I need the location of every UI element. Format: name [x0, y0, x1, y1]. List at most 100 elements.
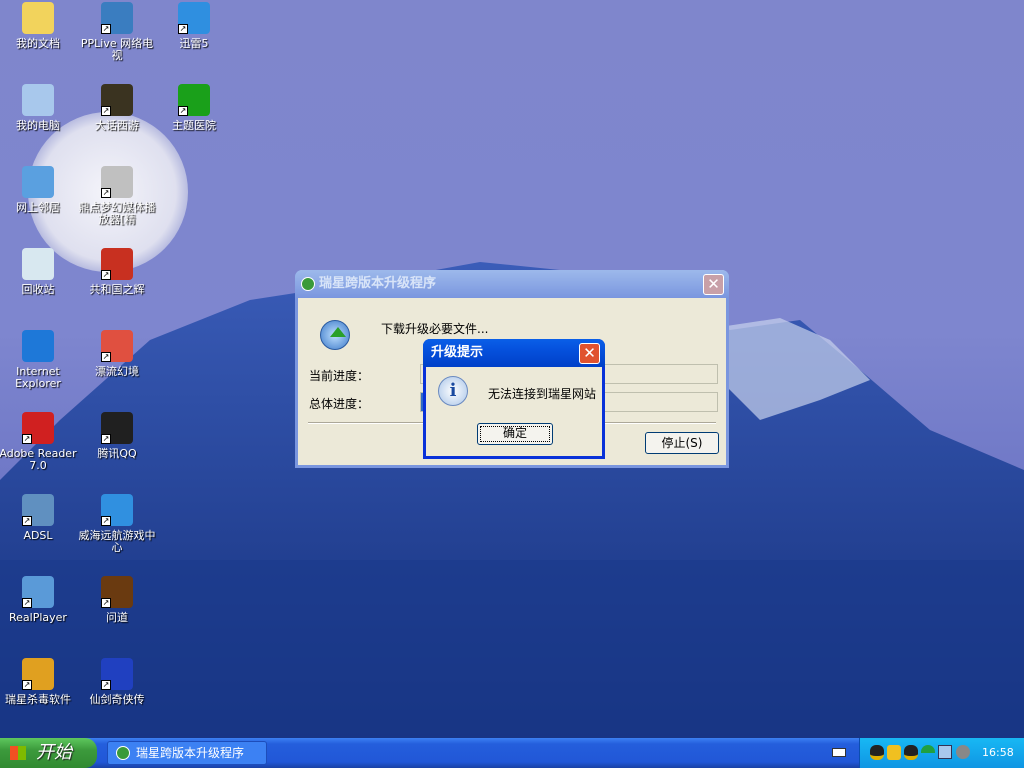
desktop-icon[interactable]: ↗ 迅雷5: [154, 2, 234, 50]
desktop-icon[interactable]: Internet Explorer: [0, 330, 78, 390]
volume-tray-icon[interactable]: [956, 745, 970, 759]
desktop-icon-label: 仙剑奇侠传: [89, 693, 145, 706]
shortcut-arrow-icon: ↗: [101, 24, 111, 34]
desktop-icon[interactable]: 回收站: [0, 248, 78, 296]
desktop-icon[interactable]: ↗ 鼎点梦幻媒体播放器[精: [77, 166, 157, 226]
game-icon: ↗: [101, 330, 133, 362]
desktop-icon-label: 漂流幻境: [95, 365, 139, 378]
desktop-icon[interactable]: ↗ 共和国之辉: [77, 248, 157, 296]
realplayer-icon: ↗: [22, 576, 54, 608]
adsl-icon: ↗: [22, 494, 54, 526]
taskbar-item-label: 瑞星跨版本升级程序: [136, 746, 245, 760]
status-text: 下载升级必要文件...: [381, 322, 489, 336]
shortcut-arrow-icon: ↗: [22, 680, 32, 690]
adobe-reader-icon: ↗: [22, 412, 54, 444]
alert-close-button[interactable]: ✕: [579, 343, 600, 364]
desktop-icon[interactable]: ↗ 瑞星杀毒软件: [0, 658, 78, 706]
shortcut-arrow-icon: ↗: [101, 270, 111, 280]
globe-upgrade-icon: [320, 320, 350, 350]
shortcut-arrow-icon: ↗: [178, 24, 188, 34]
taskbar-item-upgrade[interactable]: 瑞星跨版本升级程序: [107, 741, 267, 765]
dolphin-icon: ↗: [101, 494, 133, 526]
rising-antivirus-icon: ↗: [22, 658, 54, 690]
desktop-icon-label: 瑞星杀毒软件: [5, 693, 71, 706]
mail-tray-icon[interactable]: [887, 745, 901, 760]
theme-hospital-icon: ↗: [178, 84, 210, 116]
shortcut-arrow-icon: ↗: [22, 516, 32, 526]
network-tray-icon[interactable]: [938, 745, 952, 759]
desktop-icon-label: 腾讯QQ: [97, 447, 137, 460]
desktop-icon-label: 回收站: [21, 283, 55, 296]
desktop-icon[interactable]: 我的文档: [0, 2, 78, 50]
stop-button[interactable]: 停止(S): [645, 432, 719, 454]
desktop-icon-label: 问道: [106, 611, 128, 624]
dahuaxiyou-icon: ↗: [101, 84, 133, 116]
current-progress-label: 当前进度：: [309, 369, 370, 383]
recycle-bin-icon: [22, 248, 54, 280]
alert-titlebar[interactable]: 升级提示 ✕: [423, 339, 605, 367]
umbrella-tray-icon[interactable]: [921, 745, 935, 753]
desktop-icon[interactable]: ↗ 腾讯QQ: [77, 412, 157, 460]
start-button[interactable]: 开始: [0, 738, 97, 768]
desktop-icon-label: 我的文档: [16, 37, 60, 50]
qq-tray-icon[interactable]: [904, 745, 918, 760]
desktop-icon[interactable]: ↗ Adobe Reader 7.0: [0, 412, 78, 472]
desktop-icon-label: 共和国之辉: [89, 283, 145, 296]
desktop-icon-label: PPLive 网络电视: [80, 37, 154, 62]
desktop-icon-label: ADSL: [23, 529, 53, 542]
desktop-icon[interactable]: ↗ 仙剑奇侠传: [77, 658, 157, 706]
shortcut-arrow-icon: ↗: [101, 352, 111, 362]
desktop-icon[interactable]: ↗ 漂流幻境: [77, 330, 157, 378]
info-icon: i: [438, 376, 468, 406]
app-icon: [301, 277, 315, 291]
shortcut-arrow-icon: ↗: [22, 434, 32, 444]
desktop-icon-label: 迅雷5: [179, 37, 209, 50]
upgrade-window-titlebar[interactable]: 瑞星跨版本升级程序 ✕: [295, 270, 729, 298]
desktop-icon[interactable]: ↗ ADSL: [0, 494, 78, 542]
shortcut-arrow-icon: ↗: [22, 598, 32, 608]
desktop-icon[interactable]: 我的电脑: [0, 84, 78, 132]
desktop-icon-label: Adobe Reader 7.0: [0, 447, 77, 472]
desktop-icon-label: 网上邻居: [16, 201, 60, 214]
close-button[interactable]: ✕: [703, 274, 724, 295]
shortcut-arrow-icon: ↗: [178, 106, 188, 116]
start-label: 开始: [36, 742, 72, 763]
system-tray: 16:58: [859, 738, 1024, 768]
desktop-icon[interactable]: ↗ 主题医院: [154, 84, 234, 132]
qq-tray-icon[interactable]: [870, 745, 884, 760]
desktop-icon-label: 大话西游: [95, 119, 139, 132]
desktop-icon-label: 威海远航游戏中心: [78, 529, 156, 554]
shortcut-arrow-icon: ↗: [101, 188, 111, 198]
desktop-icon-label: Internet Explorer: [15, 365, 61, 390]
ok-button[interactable]: 确定: [477, 423, 553, 445]
ie-icon: [22, 330, 54, 362]
windows-logo-icon: [10, 746, 26, 760]
wendao-icon: ↗: [101, 576, 133, 608]
alert-title: 升级提示: [431, 345, 484, 360]
keyboard-icon[interactable]: [832, 748, 846, 757]
shortcut-arrow-icon: ↗: [101, 434, 111, 444]
pplive-icon: ↗: [101, 2, 133, 34]
clock[interactable]: 16:58: [982, 746, 1014, 759]
taskbar: 开始 瑞星跨版本升级程序 16:58: [0, 738, 1024, 768]
desktop-icon[interactable]: ↗ 问道: [77, 576, 157, 624]
desktop-icon[interactable]: 网上邻居: [0, 166, 78, 214]
xianjian-icon: ↗: [101, 658, 133, 690]
my-computer-icon: [22, 84, 54, 116]
desktop-icon-label: 主题医院: [172, 119, 216, 132]
media-player-icon: ↗: [101, 166, 133, 198]
alert-dialog: 升级提示 ✕ i 无法连接到瑞星网站 确定: [423, 339, 605, 459]
network-places-icon: [22, 166, 54, 198]
app-icon: [116, 746, 130, 760]
shortcut-arrow-icon: ↗: [101, 598, 111, 608]
alert-message: 无法连接到瑞星网站: [488, 387, 597, 401]
desktop-icon-label: 我的电脑: [16, 119, 60, 132]
game-icon: ↗: [101, 248, 133, 280]
shortcut-arrow-icon: ↗: [101, 516, 111, 526]
total-progress-label: 总体进度：: [309, 397, 370, 411]
desktop-icon-label: RealPlayer: [9, 611, 67, 624]
desktop-icon[interactable]: ↗ RealPlayer: [0, 576, 78, 624]
desktop-icon[interactable]: ↗ PPLive 网络电视: [77, 2, 157, 62]
desktop-icon[interactable]: ↗ 大话西游: [77, 84, 157, 132]
desktop-icon[interactable]: ↗ 威海远航游戏中心: [77, 494, 157, 554]
